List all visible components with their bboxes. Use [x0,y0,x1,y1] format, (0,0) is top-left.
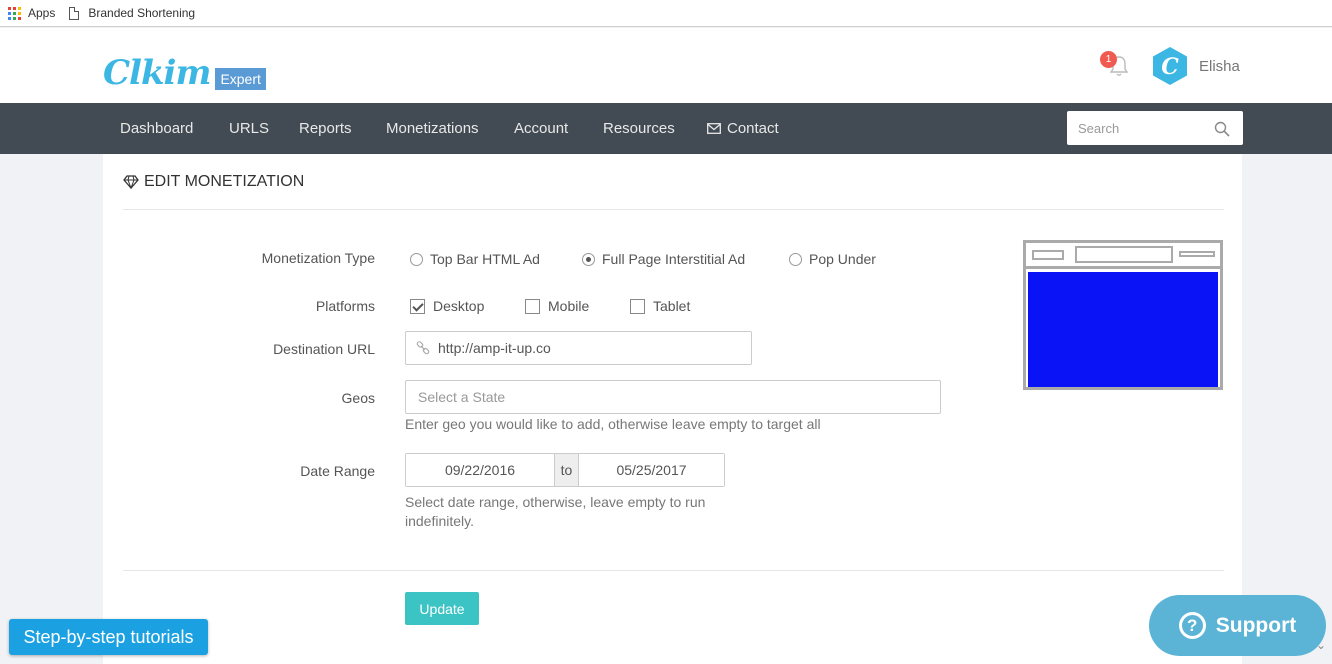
support-label: Support [1215,613,1297,637]
main-nav: Dashboard URLS Reports Monetizations Acc… [0,103,1332,154]
edit-monetization-panel: EDIT MONETIZATION Monetization Type Top … [103,154,1242,664]
bookmark-branded-shortening[interactable]: Branded Shortening [69,6,195,20]
tutorials-button[interactable]: Step-by-step tutorials [9,619,208,655]
date-range-help-line2: indefinitely. [405,513,475,529]
form-divider [123,570,1224,571]
nav-contact[interactable]: Contact [707,120,779,137]
username[interactable]: Elisha [1199,58,1240,75]
search-box [1067,111,1243,145]
ad-preview [1023,240,1223,390]
destination-url-input[interactable] [438,332,738,364]
bookmark-branded-label: Branded Shortening [88,6,196,20]
geos-help-text: Enter geo you would like to add, otherwi… [405,416,821,432]
title-divider [123,209,1224,210]
bookmarks-bar: Apps Branded Shortening [0,0,1332,27]
support-button[interactable]: ? Support [1149,595,1326,656]
nav-reports[interactable]: Reports [299,120,352,137]
platform-mobile[interactable]: Mobile [525,298,630,314]
platform-label: Desktop [433,298,485,314]
geos-label: Geos [341,390,375,406]
diamond-icon [123,175,139,189]
monetization-type-label: Monetization Type [261,250,375,266]
notification-count-badge: 1 [1100,51,1117,68]
document-icon [69,6,80,20]
page-title-text: EDIT MONETIZATION [144,173,305,190]
destination-url-field [405,331,752,365]
geos-input[interactable] [406,381,926,413]
bookmark-apps[interactable]: Apps [8,6,55,20]
logo[interactable]: Clkim Expert [103,54,266,92]
page-title: EDIT MONETIZATION [123,173,304,191]
option-top-bar-html-ad[interactable]: Top Bar HTML Ad [410,251,582,267]
date-range-field: to [405,453,725,487]
preview-address-shape [1075,246,1173,263]
checkbox-desktop[interactable] [410,298,425,314]
nav-dashboard[interactable]: Dashboard [120,120,193,137]
nav-contact-label: Contact [727,120,779,137]
date-separator: to [554,454,579,486]
platform-label: Tablet [653,298,691,314]
chevron-down-icon[interactable]: ⌄ [1316,638,1326,652]
update-button[interactable]: Update [405,592,479,625]
radio-pop-under[interactable] [789,252,802,266]
nav-urls[interactable]: URLS [229,120,269,137]
bookmark-apps-label: Apps [28,6,56,20]
logo-text: Clkim [103,53,211,93]
option-label: Pop Under [809,251,876,267]
option-full-page-interstitial-ad[interactable]: Full Page Interstitial Ad [582,251,789,267]
avatar-letter: C [1161,54,1179,80]
preview-interstitial-area [1028,272,1218,387]
checkbox-tablet[interactable] [630,298,645,314]
platform-desktop[interactable]: Desktop [410,298,525,314]
date-range-label: Date Range [300,463,375,479]
date-start-input[interactable] [406,454,554,486]
question-icon: ? [1178,612,1206,639]
nav-account[interactable]: Account [514,120,568,137]
search-icon[interactable] [1214,121,1230,137]
platform-tablet[interactable]: Tablet [630,298,690,314]
monetization-type-group: Top Bar HTML Ad Full Page Interstitial A… [410,251,876,267]
date-end-input[interactable] [579,454,724,486]
radio-top-bar[interactable] [410,252,423,266]
nav-resources[interactable]: Resources [603,120,675,137]
avatar[interactable]: C [1152,46,1188,86]
checkbox-mobile[interactable] [525,298,540,314]
link-icon [416,341,430,355]
nav-monetizations[interactable]: Monetizations [386,120,479,137]
option-label: Full Page Interstitial Ad [602,251,746,267]
apps-grid-icon [8,6,21,20]
site-header: Clkim Expert 1 C Elisha [0,28,1332,103]
radio-full-page[interactable] [582,252,595,266]
preview-menu-shape [1179,251,1215,257]
search-input[interactable] [1067,111,1207,145]
platforms-label: Platforms [315,298,375,314]
geos-field [405,380,941,414]
preview-tab-shape [1032,250,1064,260]
destination-url-label: Destination URL [273,341,375,357]
preview-browser-bar [1026,243,1220,269]
platforms-group: Desktop Mobile Tablet [410,298,690,314]
platform-label: Mobile [548,298,590,314]
envelope-icon [707,123,721,134]
option-label: Top Bar HTML Ad [430,251,540,267]
plan-badge: Expert [215,68,266,90]
option-pop-under[interactable]: Pop Under [789,251,876,267]
date-range-help-line1: Select date range, otherwise, leave empt… [405,494,706,510]
